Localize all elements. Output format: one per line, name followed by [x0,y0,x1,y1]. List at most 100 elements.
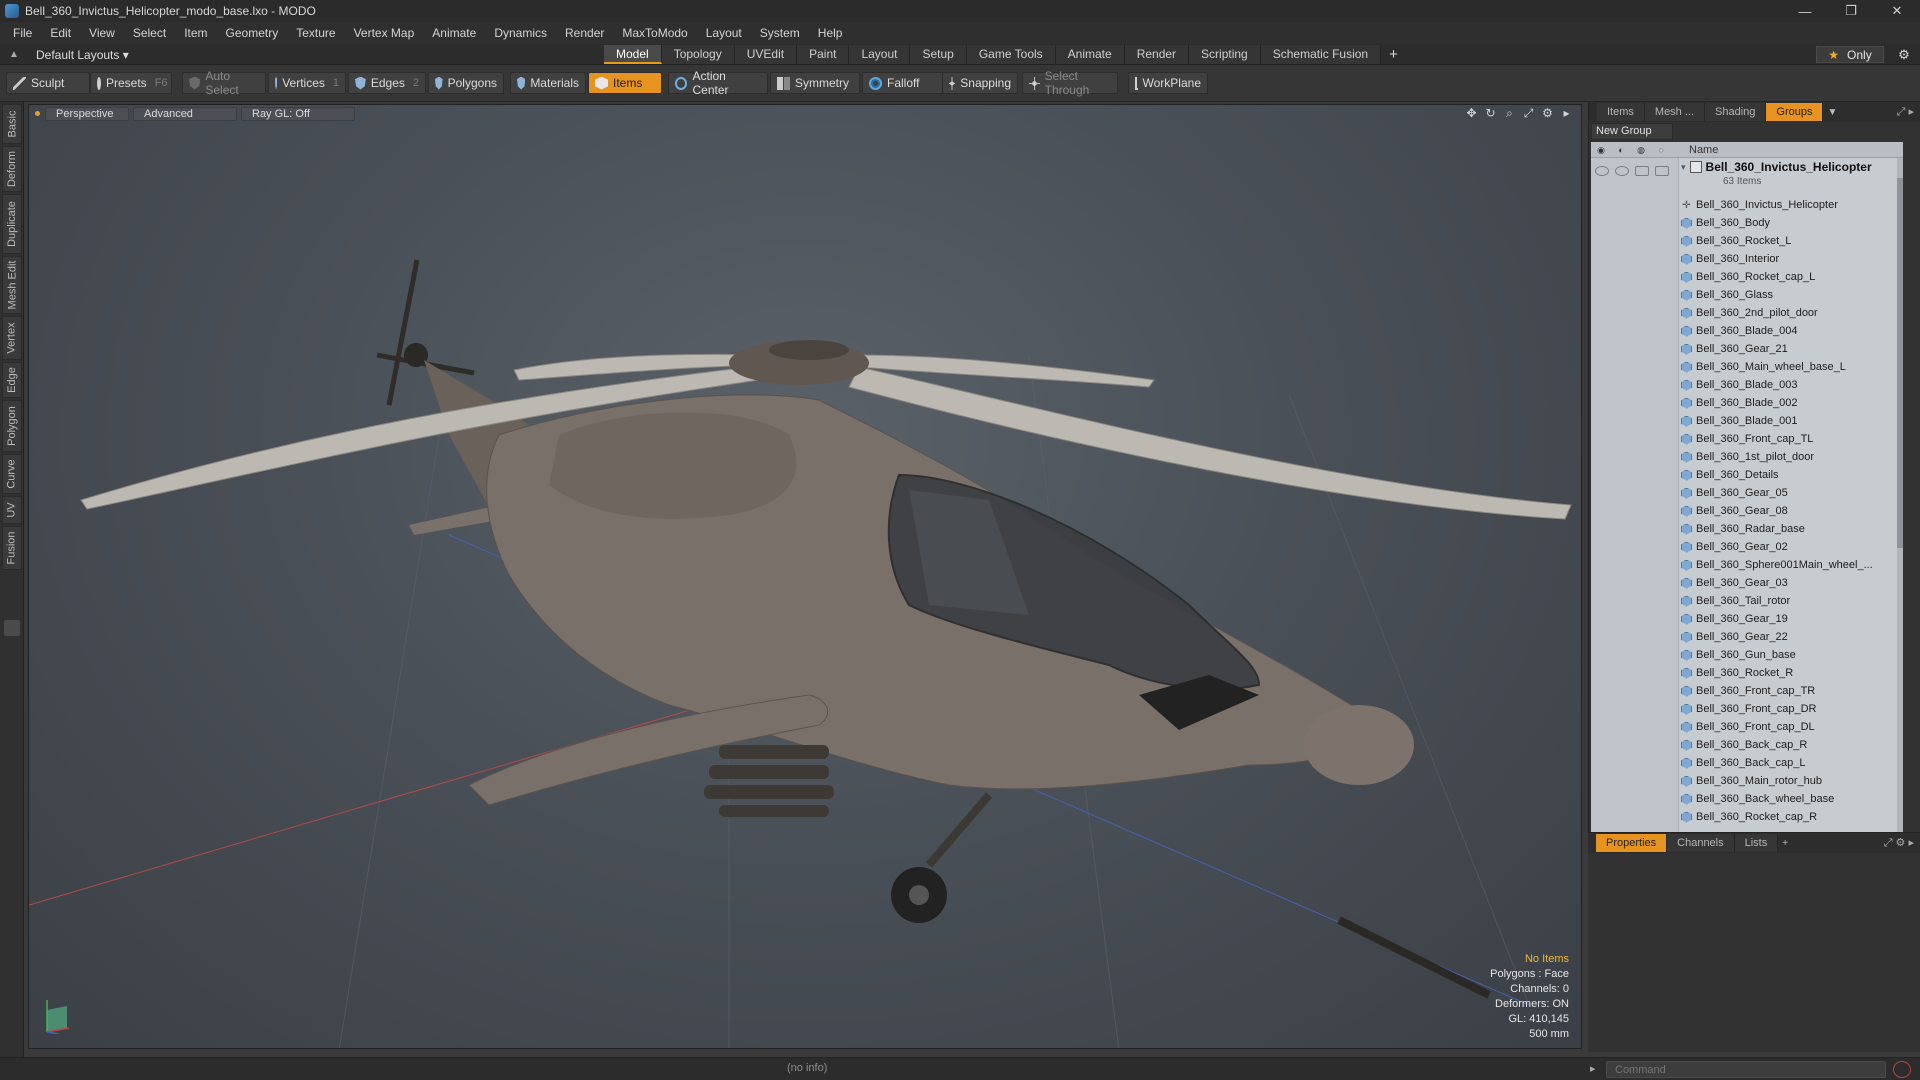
group-item-row[interactable]: Bell_360_Glass [1681,286,1773,304]
group-item-row[interactable]: Bell_360_Blade_004 [1681,322,1798,340]
tab-groups[interactable]: Groups [1766,103,1824,121]
rotate-icon[interactable]: ↻ [1484,106,1497,121]
tab-paint[interactable]: Paint [797,45,850,64]
group-item-row[interactable]: Bell_360_Gear_21 [1681,340,1788,358]
tab-properties[interactable]: Properties [1596,834,1668,852]
tab-render[interactable]: Render [1124,45,1190,64]
expand-arrow-icon[interactable]: ▸ [1560,106,1573,121]
group-item-row[interactable]: Bell_360_Gear_05 [1681,484,1788,502]
snapping-button[interactable]: Snapping [942,72,1018,94]
tab-model[interactable]: Model [604,45,662,64]
command-input[interactable] [1606,1061,1886,1078]
polygons-button[interactable]: Polygons [428,72,504,94]
tab-mesh[interactable]: Mesh ... [1644,103,1706,121]
add-tab-button[interactable]: + [1381,45,1406,64]
vtab-mesh-edit[interactable]: Mesh Edit [2,256,22,314]
group-item-row[interactable]: Bell_360_Radar_base [1681,520,1805,538]
group-item-row[interactable]: Bell_360_Rocket_L [1681,232,1791,250]
menu-maxtomodo[interactable]: MaxToModo [613,22,696,44]
name-column-header[interactable]: Name [1689,143,1718,157]
menu-dynamics[interactable]: Dynamics [485,22,556,44]
menu-help[interactable]: Help [809,22,852,44]
auto-select-button[interactable]: Auto Select [182,69,266,97]
menu-vertex-map[interactable]: Vertex Map [345,22,424,44]
group-item-row[interactable]: Bell_360_Blade_001 [1681,412,1798,430]
tab-items[interactable]: Items [1597,103,1645,121]
group-item-row[interactable]: Bell_360_Main_wheel_base_L [1681,358,1846,376]
group-item-row[interactable]: Bell_360_2nd_pilot_door [1681,304,1818,322]
menu-edit[interactable]: Edit [41,22,80,44]
group-item-row[interactable]: Bell_360_Back_cap_L [1681,754,1805,772]
pan-icon[interactable]: ✥ [1465,106,1478,121]
lock-column-icon[interactable]: ◍ [1631,143,1651,157]
minimize-button[interactable]: — [1782,0,1828,22]
group-lock-toggle[interactable] [1635,166,1649,176]
group-item-row[interactable]: Bell_360_Rocket_cap_L [1681,268,1815,286]
group-item-row[interactable]: Bell_360_Rocket_cap_R [1681,808,1817,826]
panel-toggle-button[interactable] [4,620,20,636]
group-item-row[interactable]: Bell_360_Rocket_R [1681,664,1793,682]
menu-file[interactable]: File [4,22,41,44]
edges-button[interactable]: Edges 2 [348,72,426,94]
workplane-button[interactable]: WorkPlane [1128,72,1208,94]
view-mode-button[interactable]: Perspective [45,107,129,121]
group-select-toggle[interactable] [1655,166,1669,176]
maximize-view-icon[interactable]: ⤢ [1522,106,1535,121]
materials-button[interactable]: Materials [510,72,586,94]
tab-schematic-fusion[interactable]: Schematic Fusion [1260,45,1382,64]
presets-button[interactable]: Presets F6 [90,72,172,94]
menu-geometry[interactable]: Geometry [217,22,288,44]
menu-texture[interactable]: Texture [287,22,344,44]
group-visibility-toggle[interactable] [1595,166,1609,176]
new-group-button[interactable]: New Group [1591,123,1673,140]
group-item-row[interactable]: Bell_360_Gear_19 [1681,610,1788,628]
vtab-uv[interactable]: UV [2,496,22,524]
group-item-row[interactable]: Bell_360_Main_rotor_hub [1681,772,1822,790]
group-row[interactable]: ▾ Bell_360_Invictus_Helicopter [1681,160,1872,174]
tab-layout[interactable]: Layout [849,45,911,64]
action-center-button[interactable]: Action Center [668,69,768,97]
tab-topology[interactable]: Topology [661,45,735,64]
sculpt-button[interactable]: Sculpt [6,72,90,94]
group-item-row[interactable]: Bell_360_Interior [1681,250,1779,268]
vtab-deform[interactable]: Deform [2,146,22,192]
falloff-button[interactable]: Falloff [862,72,946,94]
group-item-row[interactable]: Bell_360_Sphere001Main_wheel_... [1681,556,1873,574]
groups-list[interactable]: ◉ ◐ ◍ ◌ Name ▾ Bell_360_Invictus_Helicop… [1591,142,1903,832]
zoom-icon[interactable]: ⌕ [1503,106,1516,121]
only-button[interactable]: ★ Only [1816,46,1884,63]
vtab-fusion[interactable]: Fusion [2,526,22,570]
group-item-row[interactable]: Bell_360_Tail_rotor [1681,592,1790,610]
vtab-basic[interactable]: Basic [2,104,22,144]
panel-expand-icon[interactable]: ⤢ ▸ [1897,105,1914,119]
group-item-row[interactable]: Bell_360_Gear_02 [1681,538,1788,556]
select-column-icon[interactable]: ◌ [1651,143,1671,157]
group-item-row[interactable]: Bell_360_Front_cap_TR [1681,682,1815,700]
group-item-row[interactable]: Bell_360_Back_cap_R [1681,736,1807,754]
menu-render[interactable]: Render [556,22,613,44]
group-item-row[interactable]: Bell_360_Front_cap_DR [1681,700,1816,718]
tab-uvedit[interactable]: UVEdit [734,45,798,64]
group-item-row[interactable]: Bell_360_Blade_003 [1681,376,1798,394]
group-render-toggle[interactable] [1615,166,1629,176]
layout-selector[interactable]: ▲ Default Layouts ▾ [6,46,129,63]
helicopter-model[interactable] [80,259,1572,999]
tab-scripting[interactable]: Scripting [1189,45,1261,64]
group-item-row[interactable]: Bell_360_Back_wheel_base [1681,790,1834,808]
group-item-row[interactable]: Bell_360_1st_pilot_door [1681,448,1814,466]
visibility-column-icon[interactable]: ◉ [1591,143,1611,157]
vtab-curve[interactable]: Curve [2,454,22,494]
vtab-polygon[interactable]: Polygon [2,400,22,452]
group-item-row[interactable]: Bell_360_Gun_base [1681,646,1796,664]
menu-system[interactable]: System [751,22,809,44]
group-item-row[interactable]: Bell_360_Gear_22 [1681,628,1788,646]
3d-viewport[interactable]: Perspective Advanced Ray GL: Off ✥ ↻ ⌕ ⤢… [28,104,1582,1049]
command-expand-icon[interactable]: ▸ [1590,1062,1596,1075]
tab-animate[interactable]: Animate [1055,45,1125,64]
tab-shading[interactable]: Shading [1705,103,1767,121]
group-item-row[interactable]: Bell_360_Details [1681,466,1779,484]
viewport-gear-icon[interactable]: ⚙ [1541,106,1554,121]
tab-lists[interactable]: Lists [1734,834,1779,852]
groups-scrollbar[interactable] [1897,158,1903,832]
menu-select[interactable]: Select [124,22,175,44]
